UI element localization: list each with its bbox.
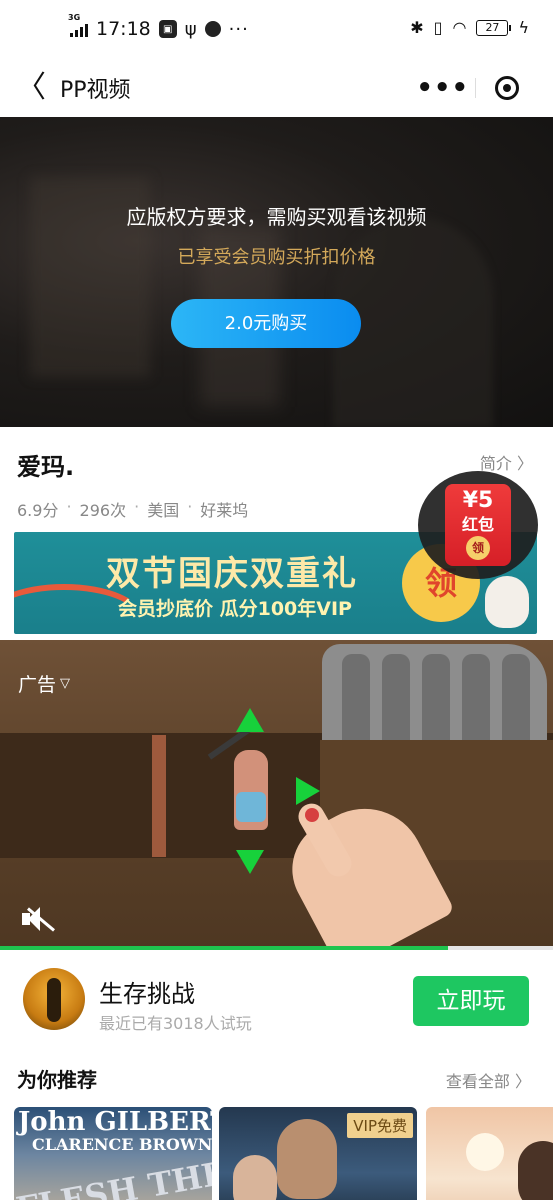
promo-headline: 双节国庆双重礼 (106, 554, 358, 594)
vip-free-badge: VIP免费 (347, 1113, 413, 1138)
poster-text: CLARENCE BROWNS (32, 1135, 212, 1154)
buy-button[interactable]: 2.0元购买 (171, 299, 361, 348)
mini-program-capsule: ••• (411, 66, 539, 110)
recommend-card[interactable]: VIP免费 (219, 1107, 417, 1200)
network-type: 3G (68, 13, 81, 22)
video-country: 美国 (147, 501, 180, 520)
status-right: ✱ ▯ ◠ 27 ϟ (410, 18, 529, 37)
vibrate-icon: ▯ (433, 18, 443, 37)
close-target-icon[interactable] (476, 76, 540, 100)
rabbit-mascot-icon (485, 576, 529, 628)
recommend-card[interactable] (426, 1107, 553, 1200)
red-packet-take: 领 (466, 536, 490, 560)
ad-label-text: 广告 (18, 674, 57, 696)
status-time: 17:18 (96, 18, 151, 40)
usb-icon: ψ (184, 18, 197, 40)
signal-icon: 3G (68, 13, 88, 37)
video-source: 好莱坞 (200, 501, 249, 520)
chevron-down-icon: ▽ (60, 676, 71, 691)
charging-icon: ϟ (518, 18, 529, 37)
recommend-cards: John GILBERT CLARENCE BROWNS FLESH THE D… (0, 1107, 553, 1200)
see-all-link[interactable]: 查看全部 〉 (446, 1068, 531, 1092)
video-player[interactable]: 应版权方要求，需购买观看该视频 已享受会员购买折扣价格 2.0元购买 (0, 117, 553, 427)
bluetooth-icon: ✱ (410, 18, 424, 37)
app-subtitle: 最近已有3018人试玩 (99, 1014, 252, 1033)
status-left: 3G 17:18 ▣ ψ ··· (68, 13, 249, 40)
ad-label[interactable]: 广告 ▽ (18, 670, 70, 697)
recommend-heading: 为你推荐 (17, 1068, 97, 1092)
video-views: 296次 (79, 501, 127, 520)
arrow-down-icon (236, 850, 264, 874)
video-rating: 6.9分 (17, 501, 59, 520)
compass-icon (204, 21, 221, 37)
battery-icon: 27 (476, 19, 512, 36)
promo-subline: 会员抄底价 瓜分100年VIP (118, 598, 352, 620)
game-ad[interactable]: 广告 ▽ (0, 640, 553, 950)
play-now-button[interactable]: 立即玩 (413, 976, 529, 1026)
poster-text: John GILBERT (18, 1107, 212, 1137)
battery-level: 27 (485, 21, 500, 34)
wifi-icon: ◠ (452, 18, 467, 37)
nav-bar: 〈 PP视频 ••• (0, 60, 553, 117)
app-icon (23, 968, 85, 1030)
app-name: 生存挑战 (99, 980, 195, 1008)
video-title: 爱玛. (17, 453, 75, 481)
red-packet-icon: ¥5 红包 领 (445, 484, 511, 566)
notification-app-icon: ▣ (158, 20, 177, 38)
red-packet-amount: ¥5 (462, 488, 494, 513)
red-packet-float[interactable]: ¥5 红包 领 (418, 471, 538, 579)
recommend-card[interactable]: John GILBERT CLARENCE BROWNS FLESH THE D… (14, 1107, 212, 1200)
more-dots-icon[interactable]: ••• (411, 66, 475, 110)
arrow-right-icon (296, 777, 320, 805)
video-meta: 6.9分 · 296次 · 美国 · 好莱坞 (17, 497, 249, 520)
red-packet-label: 红包 (461, 515, 494, 534)
page-title: PP视频 (60, 78, 131, 103)
intro-link[interactable]: 简介 〉 (480, 450, 533, 474)
member-discount-note: 已享受会员购买折扣价格 (177, 247, 376, 268)
arrow-up-icon (236, 708, 264, 732)
status-bar: 3G 17:18 ▣ ψ ··· ✱ ▯ ◠ 27 ϟ (0, 0, 553, 60)
app-promo-row[interactable]: 生存挑战 最近已有3018人试玩 立即玩 (0, 950, 553, 1046)
paywall-message: 应版权方要求，需购买观看该视频 (126, 205, 427, 229)
mute-icon[interactable] (22, 906, 56, 932)
back-arrow-icon[interactable]: 〈 (16, 68, 46, 108)
more-notifications-icon: ··· (228, 18, 249, 40)
